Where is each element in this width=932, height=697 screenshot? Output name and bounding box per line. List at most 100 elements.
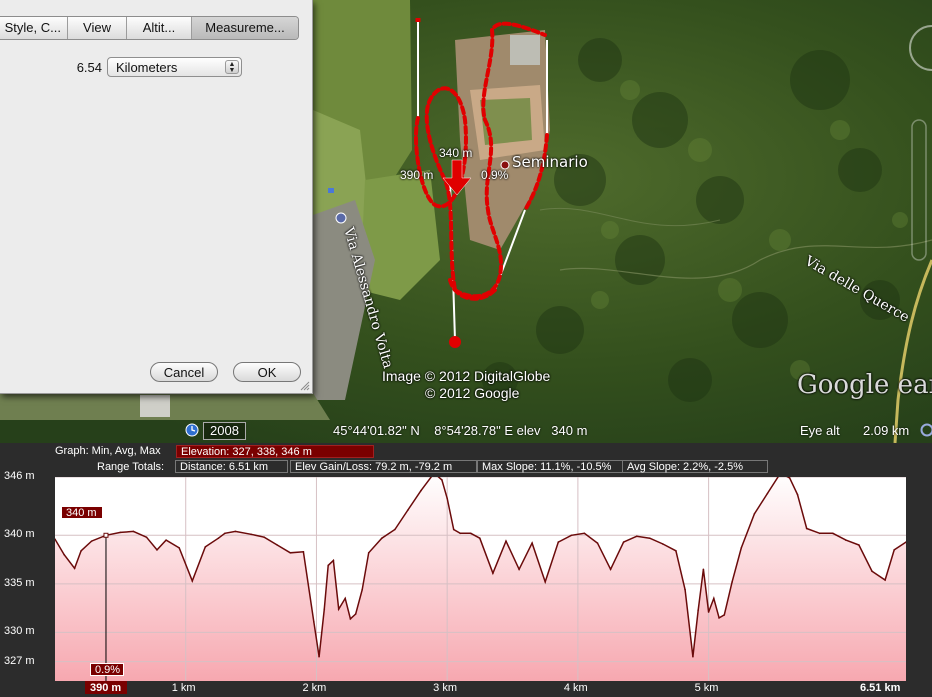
google-copyright: © 2012 Google — [425, 385, 520, 401]
elevation-point — [697, 609, 699, 611]
elevation-point — [479, 537, 481, 539]
elevation-point — [90, 540, 93, 542]
elevation-profile-panel: Graph: Min, Avg, Max Elevation: 327, 338… — [0, 443, 932, 697]
cancel-button[interactable]: Cancel — [150, 362, 218, 382]
elevation-point — [263, 536, 265, 539]
elevation-point — [381, 537, 383, 539]
elev-gain-loss: Elev Gain/Loss: 79.2 m, -79.2 m — [290, 460, 477, 473]
elevation-point — [831, 532, 834, 535]
x-axis-end-label: 6.51 km — [860, 682, 901, 694]
elevation-point — [723, 614, 726, 616]
unit-select-value: Kilometers — [116, 60, 178, 75]
elevation-point — [204, 546, 207, 548]
tab-altitude[interactable]: Altit... — [127, 17, 192, 39]
elevation-point — [675, 550, 677, 552]
elevation-point — [622, 541, 625, 543]
elevation-point — [289, 551, 292, 554]
elevation-point — [349, 618, 352, 620]
x-tick-label: 3 km — [433, 682, 457, 694]
marker-slope-label: 0.9% — [481, 168, 509, 182]
distance-total: Distance: 6.51 km — [175, 460, 288, 473]
elevation-point — [707, 611, 710, 613]
elevation-point — [354, 613, 357, 615]
x-tick-label: 4 km — [563, 682, 588, 694]
tab-style-color[interactable]: Style, C... — [0, 17, 68, 39]
cursor-distance-badge: 390 m — [85, 681, 127, 694]
range-totals-label: Range Totals: — [97, 461, 165, 473]
elevation-point — [609, 568, 612, 571]
x-tick-label: 2 km — [302, 682, 327, 694]
elevation-chart[interactable] — [55, 477, 906, 681]
elevation-point — [635, 535, 638, 538]
elevation-point — [718, 617, 720, 619]
y-tick-label: 346 m — [4, 470, 35, 482]
elevation-point — [805, 527, 808, 530]
elevation-point — [217, 537, 220, 539]
elevation-point — [452, 528, 455, 531]
place-label-seminario[interactable]: Seminario — [512, 153, 588, 171]
elevation-point — [80, 550, 82, 552]
elevation-point — [845, 539, 847, 541]
dialog-tab-bar: Style, C... View Altit... Measureme... — [0, 16, 299, 40]
tab-measurements[interactable]: Measureme... — [192, 17, 298, 39]
elevation-point — [145, 536, 148, 539]
tab-view[interactable]: View — [68, 17, 127, 39]
elevation-summary: Elevation: 327, 338, 346 m — [176, 445, 374, 458]
elevation-point — [788, 477, 791, 479]
updown-arrows-icon: ▲ ▼ — [225, 60, 239, 74]
elevation-point — [766, 492, 769, 495]
eye-alt-value: 2.09 km — [863, 423, 910, 438]
eye-alt-label: Eye alt — [800, 423, 840, 438]
elevation-point — [318, 655, 320, 658]
cursor-slope-badge: 0.9% — [90, 663, 124, 676]
elevation-point — [531, 542, 533, 544]
elevation-point — [344, 597, 347, 600]
elevation-point — [492, 572, 494, 574]
elevation-point — [119, 531, 122, 534]
elevation-point — [361, 588, 363, 591]
elevation-point — [684, 588, 686, 591]
cursor-elevation-badge: 340 m — [61, 506, 103, 519]
elevation-point — [73, 567, 76, 570]
imagery-year: 2008 — [203, 422, 246, 440]
elevation-point — [191, 580, 194, 582]
elevation-point — [165, 539, 167, 541]
elevation-point — [596, 542, 599, 544]
elevation-point — [313, 620, 315, 623]
elevation-point — [407, 509, 409, 511]
unit-select[interactable]: Kilometers ▲ ▼ — [107, 57, 242, 77]
resize-grip-icon[interactable] — [300, 381, 310, 391]
elevation-point — [818, 532, 821, 535]
avg-slope: Avg Slope: 2.2%, -2.5% — [622, 460, 768, 473]
y-tick-label: 330 m — [4, 625, 35, 638]
y-tick-label: 335 m — [4, 576, 35, 589]
elevation-point — [224, 532, 226, 535]
elevation-point — [648, 537, 651, 539]
max-slope: Max Slope: 11.1%, -10.5% — [477, 460, 623, 473]
elevation-point — [713, 597, 715, 600]
ok-button[interactable]: OK — [233, 362, 301, 382]
elevation-point — [893, 549, 896, 551]
elevation-point — [323, 608, 326, 610]
elevation-point — [394, 528, 396, 531]
elevation-point — [570, 534, 573, 537]
elevation-point — [858, 544, 860, 546]
elevation-point — [871, 570, 873, 573]
elevation-point — [156, 549, 158, 551]
google-earth-logo: Google earth — [797, 370, 932, 400]
elevation-point — [557, 541, 560, 543]
elevation-point — [441, 479, 443, 481]
elevation-point — [662, 543, 664, 545]
elevation-point — [518, 568, 520, 571]
marker-distance-label: 390 m — [400, 168, 434, 182]
elevation-point — [692, 655, 694, 658]
elevation-point — [250, 533, 252, 536]
elevation-point — [459, 532, 462, 535]
map-status-bar: 2008 45°44'01.82" N 8°54'28.78" E elev 3… — [0, 420, 932, 442]
graph-summary-label: Graph: Min, Avg, Max — [55, 445, 161, 457]
elevation-point — [731, 581, 733, 583]
elevation-point — [702, 568, 705, 571]
elevation-point — [302, 551, 305, 553]
elevation-point — [420, 489, 422, 492]
elevation-point — [505, 540, 507, 542]
